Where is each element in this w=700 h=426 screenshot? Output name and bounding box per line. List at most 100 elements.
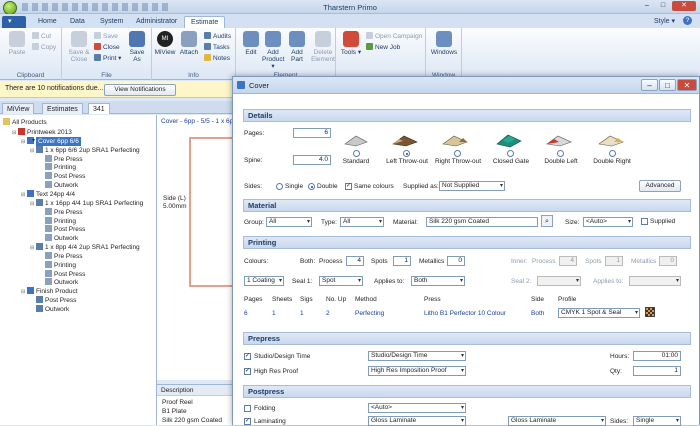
process-input[interactable]: 4 bbox=[346, 256, 364, 266]
tools-button[interactable]: Tools ▾ bbox=[340, 31, 362, 56]
row-sheets[interactable]: 1 bbox=[272, 309, 276, 318]
save-as-button[interactable]: Save As bbox=[126, 31, 148, 63]
tree-item[interactable]: Printing bbox=[39, 216, 76, 226]
tree-item[interactable]: ⊟ Finish Product bbox=[21, 287, 78, 296]
tab-file[interactable]: ▾ bbox=[2, 16, 26, 28]
tree-item[interactable]: Post Press bbox=[39, 269, 85, 279]
save-close-button[interactable]: Save & Close bbox=[66, 31, 92, 63]
tree-item[interactable]: Outwork bbox=[39, 278, 78, 287]
tree-item[interactable]: Pre Press bbox=[39, 154, 83, 164]
row-press[interactable]: Litho B1 Perfector 10 Colour bbox=[424, 309, 506, 318]
open-campaign-button[interactable]: Open Campaign bbox=[366, 32, 422, 41]
sheet-preview[interactable] bbox=[189, 137, 236, 287]
tree-item[interactable]: Printing bbox=[39, 260, 76, 270]
print-button[interactable]: Print ▾ bbox=[94, 54, 121, 63]
spots-input[interactable]: 1 bbox=[393, 256, 411, 266]
material-search-icon[interactable]: ⌕ bbox=[541, 215, 553, 227]
studio-design-select[interactable]: Studio/Design Time bbox=[368, 351, 466, 361]
same-colours-checkbox[interactable]: ✓ bbox=[345, 183, 352, 190]
window-close-button[interactable]: ✕ bbox=[677, 79, 697, 91]
style-menu[interactable]: Style ▾ bbox=[654, 17, 675, 25]
add-product-button[interactable]: Add Product ▾ bbox=[262, 31, 284, 70]
profile-select[interactable]: CMYK 1 Spot & Seal bbox=[558, 308, 640, 318]
inner-spots-input[interactable]: 1 bbox=[605, 256, 623, 266]
material-input[interactable]: Silk 220 gsm Coated bbox=[426, 217, 538, 227]
profile-grid-icon[interactable] bbox=[645, 307, 655, 317]
edit-button[interactable]: Edit bbox=[240, 31, 262, 56]
sides-single-radio[interactable] bbox=[276, 183, 283, 190]
binding-right-throwout-radio[interactable] bbox=[454, 150, 461, 157]
studio-design-checkbox[interactable]: ✓ bbox=[244, 353, 251, 360]
copy-button[interactable]: Copy bbox=[32, 43, 56, 52]
row-sigs[interactable]: 1 bbox=[300, 309, 304, 318]
tab-home[interactable]: Home bbox=[32, 16, 63, 28]
miview-button[interactable]: MI MiView bbox=[154, 31, 176, 56]
laminating-checkbox[interactable]: ✓ bbox=[244, 418, 251, 425]
paste-button[interactable]: Paste bbox=[6, 31, 28, 56]
tree-item[interactable]: Outwork bbox=[39, 181, 78, 190]
binding-standard-radio[interactable] bbox=[353, 150, 360, 157]
spine-input[interactable]: 4.0 bbox=[293, 155, 331, 165]
window-maximize-button[interactable]: □ bbox=[659, 79, 676, 91]
supplied-checkbox[interactable] bbox=[641, 218, 648, 225]
tree-item[interactable]: Outwork bbox=[39, 234, 78, 243]
inner-process-input[interactable]: 4 bbox=[559, 256, 577, 266]
group-select[interactable]: All bbox=[266, 217, 312, 227]
hours-input[interactable]: 01:00 bbox=[633, 351, 681, 361]
advanced-button[interactable]: Advanced bbox=[639, 180, 681, 192]
qty-input[interactable]: 1 bbox=[633, 366, 681, 376]
delete-element-button[interactable]: Delete Element bbox=[310, 31, 336, 63]
row-method[interactable]: Perfecting bbox=[355, 309, 384, 318]
high-res-proof-select[interactable]: High Res Imposition Proof bbox=[368, 366, 466, 376]
row-pages[interactable]: 6 bbox=[244, 309, 248, 318]
close-button[interactable]: ✕ bbox=[672, 1, 696, 11]
tree-item[interactable]: Pre Press bbox=[39, 207, 83, 217]
doc-tab-miview[interactable]: MiView bbox=[2, 103, 35, 114]
tree-item[interactable]: Outwork bbox=[30, 305, 69, 314]
audits-button[interactable]: Audits bbox=[204, 32, 231, 41]
sides-double-radio[interactable] bbox=[308, 183, 315, 190]
pages-input[interactable]: 6 bbox=[293, 128, 331, 138]
doc-tab-341[interactable]: 341 bbox=[88, 103, 110, 114]
tree-item[interactable]: ⊟ Text 24pp 4/4 bbox=[21, 189, 75, 199]
metallics-input[interactable]: 0 bbox=[447, 256, 465, 266]
coating-select[interactable]: 1 Coating bbox=[244, 276, 284, 286]
tab-administrator[interactable]: Administrator bbox=[130, 16, 183, 28]
tree-item[interactable]: Printing bbox=[39, 163, 76, 172]
row-side[interactable]: Both bbox=[531, 309, 544, 318]
row-no-up[interactable]: 2 bbox=[326, 309, 330, 318]
tree-item[interactable]: Post Press bbox=[39, 172, 85, 181]
seal1-select[interactable]: Spot bbox=[319, 276, 363, 286]
tree-item[interactable]: ⊟ Cover 6pp 6/6 bbox=[21, 136, 81, 146]
supplied-as-select[interactable]: Not Supplied bbox=[439, 181, 505, 191]
tree-item[interactable]: Post Press bbox=[39, 225, 85, 234]
help-icon[interactable]: ? bbox=[683, 16, 692, 25]
tree-item[interactable]: ⊟ 1 x 6pp 6/6 2up SRA1 Perfecting bbox=[30, 145, 140, 155]
tasks-button[interactable]: Tasks bbox=[204, 43, 230, 52]
maximize-button[interactable]: □ bbox=[656, 2, 670, 11]
tree-item[interactable]: Post Press bbox=[30, 296, 76, 305]
seal2-select[interactable] bbox=[537, 276, 581, 286]
add-part-button[interactable]: Add Part bbox=[286, 31, 308, 63]
type-select[interactable]: All bbox=[340, 217, 384, 227]
window-minimize-button[interactable]: – bbox=[641, 79, 658, 91]
notes-button[interactable]: Notes bbox=[204, 54, 230, 63]
view-notifications-button[interactable]: View Notifications bbox=[104, 84, 176, 96]
applies-to-select[interactable]: Both bbox=[411, 276, 465, 286]
minimize-button[interactable]: – bbox=[640, 2, 654, 11]
folding-checkbox[interactable] bbox=[244, 405, 251, 412]
windows-button[interactable]: Windows bbox=[430, 31, 458, 56]
binding-double-right-radio[interactable] bbox=[609, 150, 616, 157]
close-doc-button[interactable]: Close bbox=[94, 43, 120, 52]
applies-to2-select[interactable] bbox=[629, 276, 681, 286]
save-button[interactable]: Save bbox=[94, 32, 118, 41]
high-res-proof-checkbox[interactable]: ✓ bbox=[244, 368, 251, 375]
doc-tab-estimates[interactable]: Estimates bbox=[42, 103, 83, 114]
inner-metallics-input[interactable]: 0 bbox=[659, 256, 677, 266]
cut-button[interactable]: Cut bbox=[32, 32, 51, 41]
attach-button[interactable]: Attach bbox=[178, 31, 200, 56]
tree-item[interactable]: ⊟ Printweek 2013 bbox=[12, 128, 72, 137]
tree-item[interactable]: Pre Press bbox=[39, 251, 83, 261]
binding-left-throwout-radio[interactable] bbox=[403, 150, 410, 157]
binding-double-left-radio[interactable] bbox=[557, 150, 564, 157]
